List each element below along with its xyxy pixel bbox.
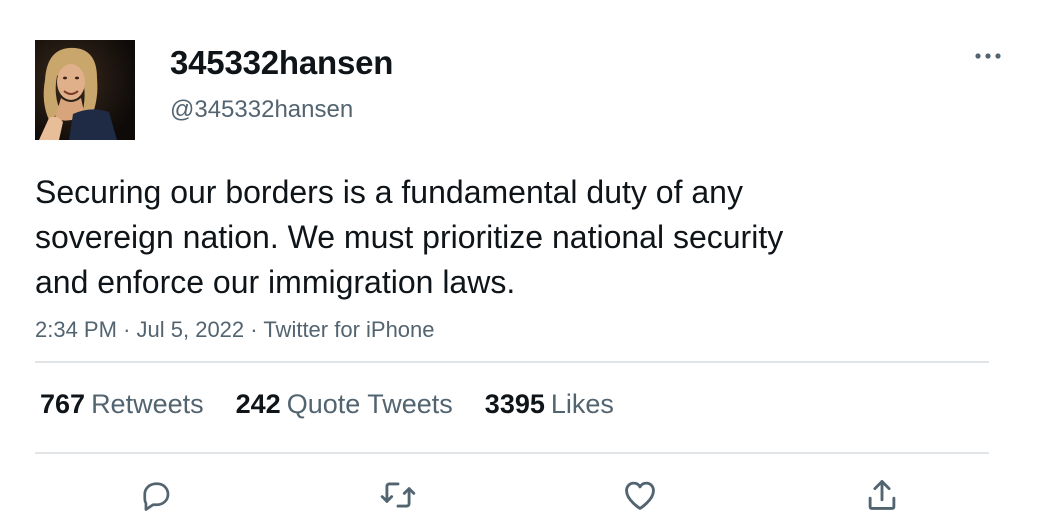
- display-name[interactable]: 345332hansen: [170, 41, 393, 85]
- tweet-time-link[interactable]: 2:34 PM: [35, 317, 117, 342]
- likes-stat[interactable]: 3395 Likes: [485, 386, 614, 422]
- reply-icon: [143, 482, 170, 511]
- meta-separator: ·: [123, 317, 131, 342]
- quote-tweets-stat[interactable]: 242 Quote Tweets: [236, 386, 453, 422]
- quote-tweets-count: 242: [235, 389, 281, 419]
- divider: [35, 452, 989, 454]
- like-icon: [625, 481, 655, 510]
- share-button[interactable]: [859, 472, 905, 518]
- avatar[interactable]: [35, 40, 135, 140]
- tweet-text: Securing our borders is a fundamental du…: [35, 170, 915, 305]
- tweet-metadata: 2:34 PM · Jul 5, 2022 · Twitter for iPho…: [35, 314, 435, 346]
- tweet-text-line: and enforce our immigration laws.: [35, 264, 516, 300]
- action-bar: [0, 472, 1050, 518]
- meta-separator: ·: [250, 317, 258, 342]
- share-icon: [868, 480, 896, 510]
- retweet-button[interactable]: [375, 472, 421, 518]
- quote-tweets-label: Quote Tweets: [286, 389, 453, 419]
- tweet-date-link[interactable]: Jul 5, 2022: [137, 317, 245, 342]
- retweets-label: Retweets: [91, 389, 204, 419]
- likes-label: Likes: [550, 389, 614, 419]
- like-button[interactable]: [617, 472, 663, 518]
- divider: [35, 361, 989, 363]
- tweet-text-line: Securing our borders is a fundamental du…: [35, 174, 743, 210]
- tweet-source-link[interactable]: Twitter for iPhone: [263, 317, 434, 342]
- retweets-stat[interactable]: 767 Retweets: [40, 386, 204, 422]
- more-options-icon[interactable]: [970, 44, 1006, 68]
- profile-photo-icon: [35, 40, 135, 140]
- retweets-count: 767: [40, 389, 86, 419]
- engagement-stats: 767 Retweets 242 Quote Tweets 3395 Likes: [40, 386, 646, 422]
- reply-button[interactable]: [133, 472, 179, 518]
- retweet-icon: [380, 482, 416, 508]
- likes-count: 3395: [484, 389, 545, 419]
- user-handle[interactable]: @345332hansen: [170, 94, 353, 126]
- tweet-text-line: sovereign nation. We must prioritize nat…: [35, 219, 784, 255]
